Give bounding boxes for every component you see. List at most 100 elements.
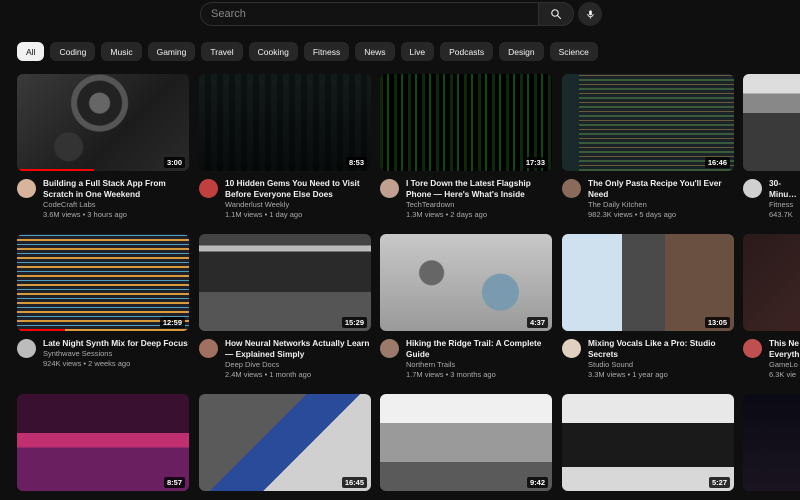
video-thumbnail[interactable]: 16:45: [199, 394, 371, 491]
channel-avatar[interactable]: [17, 179, 36, 198]
search-input[interactable]: [211, 8, 538, 20]
channel-name[interactable]: TechTeardown: [406, 200, 552, 210]
video-card[interactable]: 3:00 Building a Full Stack App From Scra…: [17, 74, 189, 220]
video-title[interactable]: This Ne Everythi: [769, 338, 799, 360]
video-title[interactable]: 10 Hidden Gems You Need to Visit Before …: [225, 178, 371, 200]
video-duration: 4:37: [526, 317, 548, 328]
watch-progress-bar: [17, 169, 95, 171]
video-duration: 5:27: [708, 477, 730, 488]
channel-avatar[interactable]: [380, 339, 399, 358]
channel-name[interactable]: Synthwave Sessions: [43, 349, 189, 359]
channel-name[interactable]: GameLo: [769, 360, 800, 370]
video-thumbnail[interactable]: 13:05: [562, 234, 734, 331]
video-stats: 3.3M views • 1 year ago: [588, 370, 668, 379]
video-card[interactable]: 4:37 Hiking the Ridge Trail: A Complete …: [380, 234, 552, 380]
chip-gaming[interactable]: Gaming: [147, 42, 196, 61]
chip-coding[interactable]: Coding: [50, 42, 96, 61]
channel-name[interactable]: Northern Trails: [406, 360, 552, 370]
chip-live[interactable]: Live: [400, 42, 435, 61]
video-card[interactable]: This Ne Everythi GameLo 6.3K vie: [743, 234, 800, 380]
channel-avatar[interactable]: [562, 179, 581, 198]
voice-search-button[interactable]: [578, 2, 602, 26]
video-thumbnail[interactable]: 15:29: [199, 234, 371, 331]
video-thumbnail[interactable]: 3:00: [17, 74, 189, 171]
video-duration: 8:53: [345, 157, 367, 168]
video-title[interactable]: Hiking the Ridge Trail: A Complete Guide: [406, 338, 552, 360]
channel-name[interactable]: Deep Dive Docs: [225, 360, 371, 370]
chip-science[interactable]: Science: [549, 42, 598, 61]
channel-name[interactable]: Wanderlust Weekly: [225, 200, 371, 210]
video-thumbnail[interactable]: 12:59: [17, 234, 189, 331]
chip-all[interactable]: All: [17, 42, 45, 61]
video-duration: 13:05: [704, 317, 730, 328]
video-title[interactable]: Mixing Vocals Like a Pro: Studio Secrets: [588, 338, 734, 360]
video-card[interactable]: 8:53 10 Hidden Gems You Need to Visit Be…: [199, 74, 371, 220]
video-stats: 982.3K views • 5 days ago: [588, 210, 677, 219]
video-thumbnail[interactable]: 5:27: [562, 394, 734, 491]
chip-news[interactable]: News: [355, 42, 395, 61]
mic-icon: [586, 9, 594, 19]
video-card[interactable]: [743, 394, 800, 491]
video-thumbnail[interactable]: 9:42: [380, 394, 552, 491]
video-title[interactable]: I Tore Down the Latest Flagship Phone — …: [406, 178, 552, 200]
video-card[interactable]: 16:45: [199, 394, 371, 491]
video-title[interactable]: Late Night Synth Mix for Deep Focus: [43, 338, 189, 349]
chip-travel[interactable]: Travel: [201, 42, 243, 61]
channel-name[interactable]: Studio Sound: [588, 360, 734, 370]
video-thumbnail[interactable]: 16:46: [562, 74, 734, 171]
chip-music[interactable]: Music: [101, 42, 142, 61]
video-thumbnail[interactable]: 4:37: [380, 234, 552, 331]
video-duration: 9:42: [526, 477, 548, 488]
search-button[interactable]: [538, 2, 574, 26]
video-card[interactable]: 8:57: [17, 394, 189, 491]
channel-avatar[interactable]: [743, 179, 762, 198]
channel-name[interactable]: The Daily Kitchen: [588, 200, 734, 210]
video-stats: 1.7M views • 3 months ago: [406, 370, 496, 379]
channel-avatar[interactable]: [743, 339, 762, 358]
channel-avatar[interactable]: [199, 179, 218, 198]
video-card[interactable]: 9:42: [380, 394, 552, 491]
video-duration: 12:59: [159, 317, 185, 328]
video-thumbnail[interactable]: [743, 234, 800, 331]
video-duration: 3:00: [163, 157, 185, 168]
video-stats: 1.1M views • 1 day ago: [225, 210, 303, 219]
channel-avatar[interactable]: [380, 179, 399, 198]
channel-name[interactable]: CodeCraft Labs: [43, 200, 189, 210]
channel-avatar[interactable]: [562, 339, 581, 358]
video-duration: 16:45: [341, 477, 367, 488]
video-card[interactable]: 12:59 Late Night Synth Mix for Deep Focu…: [17, 234, 189, 369]
category-chips: All Coding Music Gaming Travel Cooking F…: [17, 42, 598, 61]
video-thumbnail[interactable]: 8:53: [199, 74, 371, 171]
video-card[interactable]: 15:29 How Neural Networks Actually Learn…: [199, 234, 371, 380]
video-thumbnail[interactable]: 17:33: [380, 74, 552, 171]
video-stats: 643.7K: [769, 210, 793, 219]
video-duration: 17:33: [522, 157, 548, 168]
video-card[interactable]: 30-Minu Equipme Fitness 643.7K: [743, 74, 800, 220]
video-title[interactable]: 30-Minu Equipme: [769, 178, 799, 200]
chip-cooking[interactable]: Cooking: [248, 42, 298, 61]
search-box[interactable]: [200, 2, 538, 26]
channel-avatar[interactable]: [199, 339, 218, 358]
video-title[interactable]: Building a Full Stack App From Scratch i…: [43, 178, 189, 200]
video-card[interactable]: 5:27: [562, 394, 734, 491]
video-card[interactable]: 16:46 The Only Pasta Recipe You'll Ever …: [562, 74, 734, 220]
video-title[interactable]: How Neural Networks Actually Learn — Exp…: [225, 338, 371, 360]
video-thumbnail[interactable]: [743, 394, 800, 491]
video-duration: 8:57: [163, 477, 185, 488]
video-card[interactable]: 17:33 I Tore Down the Latest Flagship Ph…: [380, 74, 552, 220]
video-stats: 924K views • 2 weeks ago: [43, 359, 131, 368]
video-stats: 3.6M views • 3 hours ago: [43, 210, 127, 219]
video-stats: 2.4M views • 1 month ago: [225, 370, 312, 379]
chip-podcasts[interactable]: Podcasts: [440, 42, 494, 61]
video-stats: 1.3M views • 2 days ago: [406, 210, 487, 219]
video-thumbnail[interactable]: [743, 74, 800, 171]
video-card[interactable]: 13:05 Mixing Vocals Like a Pro: Studio S…: [562, 234, 734, 380]
watch-progress-bar: [17, 329, 66, 331]
chip-design[interactable]: Design: [499, 42, 544, 61]
chip-fitness[interactable]: Fitness: [303, 42, 350, 61]
channel-avatar[interactable]: [17, 339, 36, 358]
video-duration: 16:46: [704, 157, 730, 168]
video-title[interactable]: The Only Pasta Recipe You'll Ever Need: [588, 178, 734, 200]
channel-name[interactable]: Fitness: [769, 200, 800, 210]
video-thumbnail[interactable]: 8:57: [17, 394, 189, 491]
